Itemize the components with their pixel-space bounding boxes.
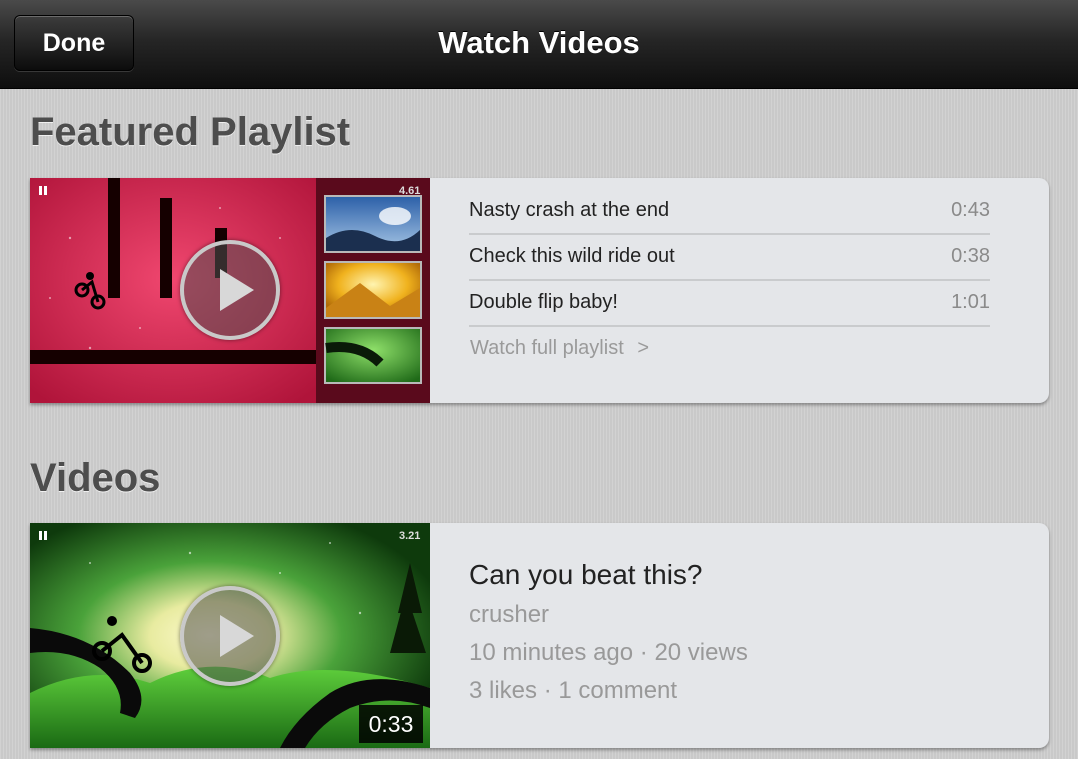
play-icon[interactable] — [180, 586, 280, 686]
video-title[interactable]: Can you beat this? — [469, 559, 703, 591]
video-duration-badge: 0:33 — [359, 705, 423, 743]
playlist-item-duration: 0:43 — [951, 199, 990, 221]
video-time-views: 10 minutes ago · 20 views — [469, 639, 748, 666]
playlist-item[interactable]: Nasty crash at the end 0:43 — [469, 187, 990, 235]
watch-full-playlist-link[interactable]: Watch full playlist > — [470, 326, 649, 370]
video-card[interactable]: 3.21 0:33 Can you beat this? crusher 10 … — [30, 523, 1049, 748]
video-thumbnail[interactable]: 3.21 0:33 — [30, 523, 430, 748]
pause-icon — [39, 186, 47, 195]
pause-icon — [39, 531, 47, 540]
play-icon[interactable] — [180, 240, 280, 340]
videos-heading: Videos — [30, 456, 161, 500]
playlist-item-title: Check this wild ride out — [469, 245, 675, 267]
video-likes-comments: 3 likes · 1 comment — [469, 677, 678, 704]
video-author[interactable]: crusher — [469, 601, 549, 629]
playlist-item-title: Double flip baby! — [469, 291, 618, 313]
game-score-label: 3.21 — [399, 530, 421, 542]
playlist-item-title: Nasty crash at the end — [469, 199, 670, 221]
featured-playlist-thumbnail[interactable]: 4.61 — [30, 178, 430, 403]
navigation-bar: Done Watch Videos — [0, 0, 1078, 89]
game-score-label: 4.61 — [399, 185, 421, 197]
page-title: Watch Videos — [438, 25, 640, 60]
playlist-item-duration: 0:38 — [951, 245, 990, 267]
watch-full-playlist-label: Watch full playlist — [470, 337, 624, 359]
featured-playlist-card: 4.61 Nasty crash at the end 0:43 Check t… — [30, 178, 1049, 403]
playlist-item[interactable]: Check this wild ride out 0:38 — [469, 233, 990, 281]
playlist-item-duration: 1:01 — [951, 291, 990, 313]
playlist-item[interactable]: Double flip baby! 1:01 — [469, 279, 990, 327]
featured-playlist-heading: Featured Playlist — [30, 110, 351, 154]
chevron-right-icon: > — [637, 337, 649, 359]
